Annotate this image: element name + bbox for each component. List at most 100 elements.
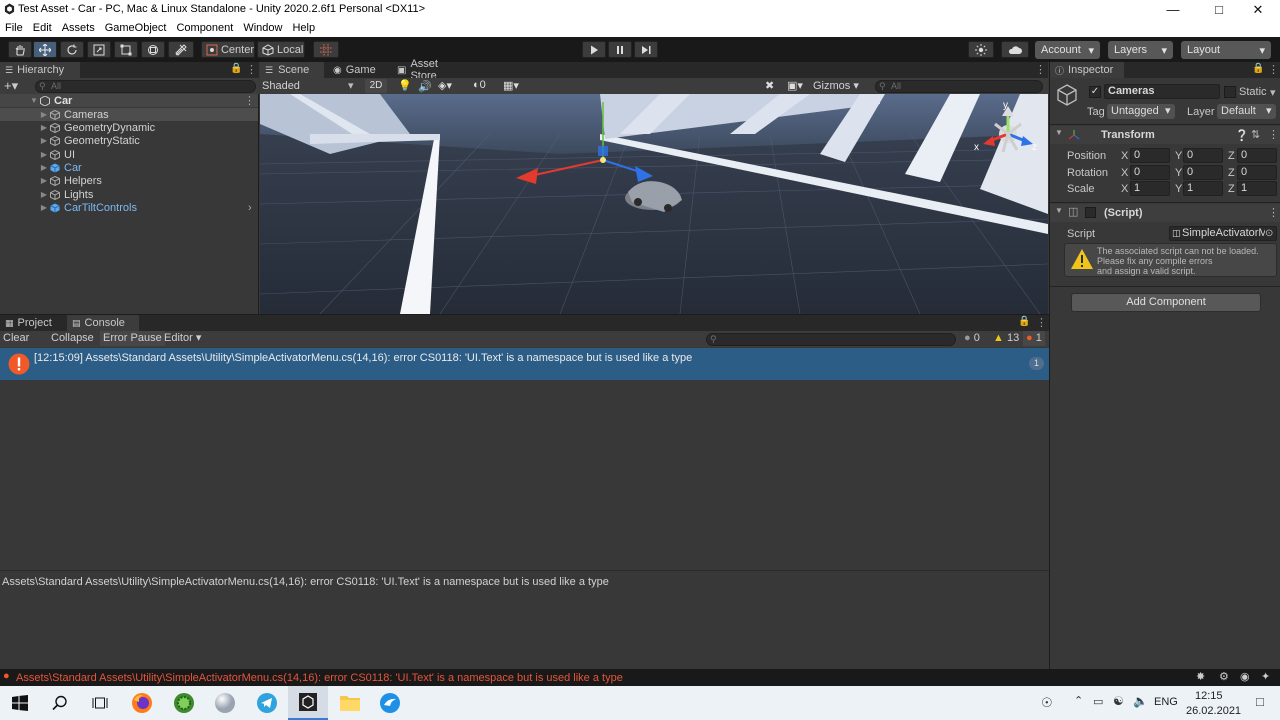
rotate-tool-button[interactable] (60, 41, 84, 58)
tab-scene[interactable]: ☰ Scene (260, 62, 324, 78)
split-divider[interactable] (0, 570, 1049, 571)
layout-dropdown[interactable]: Layout ▾ (1181, 41, 1271, 59)
presets-icon[interactable]: ⇅ (1251, 128, 1260, 141)
menu-component[interactable]: Component (171, 19, 238, 37)
file-explorer-taskbar-icon[interactable] (336, 691, 364, 715)
hierarchy-item-ui[interactable]: ▶ UI (0, 148, 75, 161)
hierarchy-scene-root[interactable]: ▼ Car ⋮ (0, 94, 258, 107)
hidden-objects-toggle[interactable]: ◐0 (473, 79, 486, 91)
layers-dropdown[interactable]: Layers ▾ (1108, 41, 1173, 59)
projection-toggle[interactable]: <Persp (985, 172, 1020, 184)
expand-arrow-icon[interactable]: ▶ (38, 123, 50, 132)
gizmos-dropdown[interactable]: Gizmos ▾ (813, 78, 859, 94)
scene-search-input[interactable]: ⚲ All (875, 80, 1043, 93)
active-checkbox[interactable]: ✓ (1089, 86, 1101, 98)
rect-tool-button[interactable] (114, 41, 138, 58)
console-search-input[interactable]: ⚲ (706, 333, 956, 346)
close-button[interactable]: ✕ (1236, 0, 1280, 19)
info-filter-toggle[interactable]: ● 0 (961, 331, 983, 346)
collapse-button[interactable]: Collapse (48, 331, 97, 346)
tools-settings-icon[interactable]: ✖ (765, 79, 774, 92)
static-checkbox[interactable] (1224, 86, 1236, 98)
hierarchy-search-input[interactable]: ⚲ All (35, 80, 256, 93)
expand-arrow-icon[interactable]: ▶ (38, 190, 50, 199)
expand-arrow-icon[interactable]: ▼ (28, 96, 40, 105)
create-plus-button[interactable]: +▾ (4, 78, 18, 94)
auto-generate-lighting-icon[interactable]: ✦ (1261, 670, 1270, 683)
tag-dropdown[interactable]: Untagged ▾ (1107, 104, 1175, 119)
camera-settings-icon[interactable]: ▣▾ (787, 79, 803, 92)
move-tool-button[interactable] (33, 41, 57, 58)
pivot-space-toggle[interactable]: Local (257, 41, 305, 58)
kebab-menu-icon[interactable]: ⋮ (246, 63, 257, 76)
chevron-up-icon[interactable]: ⌃ (1074, 694, 1083, 707)
error-filter-toggle[interactable]: ● 1 (1023, 331, 1045, 346)
scale-y-field[interactable]: 1 (1183, 181, 1223, 196)
expand-arrow-icon[interactable]: ▶ (38, 136, 50, 145)
grid-toggle-icon[interactable]: ▦▾ (503, 79, 519, 92)
add-component-button[interactable]: Add Component (1071, 293, 1261, 312)
hand-tool-button[interactable] (8, 41, 32, 58)
expand-arrow-icon[interactable]: ▶ (38, 110, 50, 119)
unity-taskbar-icon-active[interactable] (288, 686, 328, 720)
pivot-center-toggle[interactable]: Center (201, 41, 255, 58)
hierarchy-item-cameras[interactable]: ▶ Cameras (0, 108, 258, 121)
volume-icon[interactable]: 🔈 (1133, 694, 1148, 708)
expand-arrow-icon[interactable]: ▶ (38, 150, 50, 159)
progress-icon[interactable]: ⚙ (1219, 670, 1229, 683)
component-menu-icon[interactable]: ⋮ (1268, 128, 1279, 141)
cache-server-icon[interactable]: ◉ (1240, 670, 1250, 683)
debug-bug-icon[interactable]: ✸ (1196, 670, 1205, 683)
lock-icon[interactable]: 🔒 (230, 63, 242, 74)
scale-tool-button[interactable] (87, 41, 111, 58)
green-app-taskbar-icon[interactable] (170, 691, 198, 715)
language-indicator[interactable]: ENG (1154, 696, 1178, 708)
hierarchy-item-cartiltcontrols[interactable]: ▶ CarTiltControls › (0, 201, 258, 214)
task-view-button[interactable] (86, 691, 114, 715)
prefab-open-arrow-icon[interactable]: › (248, 202, 252, 214)
kebab-menu-icon[interactable]: ⋮ (1268, 63, 1279, 76)
layer-dropdown[interactable]: Default ▾ (1217, 104, 1276, 119)
hierarchy-item-helpers[interactable]: ▶ Helpers (0, 174, 102, 187)
scale-z-field[interactable]: 1 (1237, 181, 1277, 196)
transform-header[interactable]: ▼ Transform ❔ ⇅ ⋮ (1050, 126, 1280, 144)
notifications-icon[interactable]: □ (1256, 694, 1264, 709)
scene-viewport[interactable]: y x z <Persp (260, 94, 1048, 314)
position-z-field[interactable]: 0 (1237, 148, 1277, 163)
component-enabled-checkbox[interactable] (1085, 207, 1096, 218)
telegram-taskbar-icon[interactable] (253, 691, 281, 715)
script-object-field[interactable]: ◫ SimpleActivatorM ⊙ (1169, 226, 1277, 241)
console-entry-row[interactable]: [12:15:09] Assets\Standard Assets\Utilit… (0, 348, 1049, 380)
audio-toggle-icon[interactable]: 🔊 (418, 80, 432, 93)
editor-dropdown[interactable]: Editor ▾ (161, 331, 204, 346)
transform-tool-button[interactable] (141, 41, 165, 58)
menu-window[interactable]: Window (238, 19, 287, 37)
status-error-text[interactable]: Assets\Standard Assets\Utility\SimpleAct… (16, 672, 623, 684)
lighting-toggle-icon[interactable]: 💡 (398, 79, 412, 92)
expand-arrow-icon[interactable]: ▶ (38, 176, 50, 185)
help-icon[interactable]: ❔ (1235, 129, 1249, 142)
tab-project[interactable]: ▦ Project (0, 315, 62, 331)
scene-menu-icon[interactable]: ⋮ (244, 94, 255, 107)
object-picker-icon[interactable]: ⊙ (1265, 227, 1274, 240)
script-component-header[interactable]: ▼ ◫ (Script) ⋮ (1050, 204, 1280, 222)
clear-button[interactable]: Clear (0, 331, 32, 346)
tab-game[interactable]: ◉ Game (328, 62, 388, 78)
account-dropdown[interactable]: Account ▾ (1035, 41, 1100, 59)
windows-start-button[interactable] (6, 691, 34, 715)
cloud-button[interactable] (1001, 41, 1029, 58)
clock-date[interactable]: 26.02.2021 (1186, 705, 1241, 717)
error-pause-button[interactable]: Error Pause (100, 331, 165, 346)
menu-assets[interactable]: Assets (57, 19, 100, 37)
menu-edit[interactable]: Edit (28, 19, 57, 37)
battery-icon[interactable]: ▭ (1093, 695, 1103, 708)
play-button[interactable] (582, 41, 606, 58)
step-button[interactable] (634, 41, 658, 58)
component-menu-icon[interactable]: ⋮ (1268, 206, 1279, 219)
scale-x-field[interactable]: 1 (1130, 181, 1170, 196)
custom-tool-button[interactable] (168, 41, 194, 58)
rotation-z-field[interactable]: 0 (1237, 165, 1277, 180)
collab-button[interactable] (968, 41, 994, 58)
expand-arrow-icon[interactable]: ▶ (38, 163, 50, 172)
menu-gameobject[interactable]: GameObject (100, 19, 172, 37)
